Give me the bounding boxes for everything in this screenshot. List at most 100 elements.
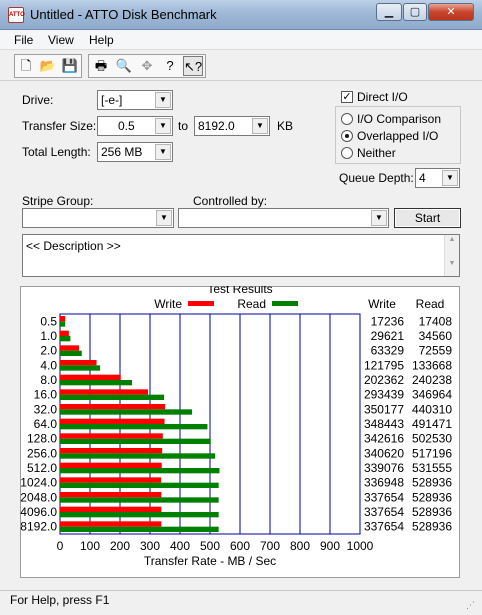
write-bar xyxy=(60,345,79,351)
description-text: << Description >> xyxy=(26,239,121,253)
queue-depth-value: 4 xyxy=(419,171,426,185)
x-tick-label: 600 xyxy=(230,539,250,553)
overlapped-io-label[interactable]: Overlapped I/O xyxy=(357,129,438,143)
chevron-down-icon[interactable]: ▼ xyxy=(155,144,171,160)
chevron-down-icon[interactable]: ▼ xyxy=(156,210,172,226)
y-tick-label: 8192.0 xyxy=(20,520,57,534)
drive-select[interactable]: [-e-] ▼ xyxy=(97,90,173,110)
write-bar xyxy=(60,404,166,410)
y-tick-label: 64.0 xyxy=(34,417,58,431)
read-value: 133668 xyxy=(412,358,452,372)
radio-overlapped-io[interactable] xyxy=(341,130,353,142)
y-tick-label: 2.0 xyxy=(40,344,57,358)
start-button[interactable]: Start xyxy=(394,208,461,228)
transfer-from-value: 0.5 xyxy=(118,119,135,133)
read-bar xyxy=(60,350,82,356)
x-tick-label: 0 xyxy=(57,539,64,553)
x-tick-label: 300 xyxy=(140,539,160,553)
read-bar xyxy=(60,424,208,430)
neither-label[interactable]: Neither xyxy=(357,146,396,160)
read-value: 17408 xyxy=(419,314,453,328)
stripe-group-select[interactable]: ▼ xyxy=(22,208,174,228)
description-box[interactable]: << Description >> xyxy=(22,234,460,277)
maximize-button[interactable]: ▢ xyxy=(403,3,427,21)
read-bar xyxy=(60,497,219,503)
read-value: 346964 xyxy=(412,388,452,402)
x-tick-label: 700 xyxy=(260,539,280,553)
read-bar xyxy=(60,482,219,488)
read-value: 528936 xyxy=(412,476,452,490)
y-tick-label: 4.0 xyxy=(40,358,57,372)
x-tick-label: 400 xyxy=(170,539,190,553)
radio-neither[interactable] xyxy=(341,147,353,159)
chevron-down-icon[interactable]: ▼ xyxy=(155,92,171,108)
queue-depth-label: Queue Depth: xyxy=(339,171,414,185)
direct-io-label[interactable]: Direct I/O xyxy=(357,90,408,104)
y-tick-label: 128.0 xyxy=(27,432,57,446)
open-icon[interactable]: 📂 xyxy=(38,56,58,76)
read-value: 240238 xyxy=(412,373,452,387)
menu-help[interactable]: Help xyxy=(89,33,114,47)
context-help-icon[interactable]: ↖? xyxy=(183,56,203,76)
print-preview-icon[interactable]: 🔍 xyxy=(114,56,134,76)
read-bar xyxy=(60,336,71,342)
kb-label: KB xyxy=(277,119,294,133)
to-label: to xyxy=(178,119,189,133)
legend-write-label: Write xyxy=(154,297,182,311)
write-bar xyxy=(60,462,162,468)
controlled-by-select[interactable]: ▼ xyxy=(178,208,389,228)
chevron-down-icon[interactable]: ▼ xyxy=(371,210,387,226)
app-icon[interactable]: ATTO xyxy=(8,7,25,23)
read-bar xyxy=(60,468,220,474)
read-bar xyxy=(60,380,133,386)
write-value: 29621 xyxy=(371,329,405,343)
save-icon[interactable]: 💾 xyxy=(60,56,80,76)
write-value: 63329 xyxy=(371,344,405,358)
queue-depth-select[interactable]: 4 ▼ xyxy=(415,168,460,188)
help-icon[interactable]: ? xyxy=(160,56,180,76)
radio-io-comparison[interactable] xyxy=(341,113,353,125)
x-tick-label: 900 xyxy=(320,539,340,553)
write-bar xyxy=(60,360,97,366)
scroll-up-icon[interactable]: ▲ xyxy=(445,235,459,245)
write-value: 293439 xyxy=(364,388,404,402)
write-bar xyxy=(60,477,162,483)
transfer-from-select[interactable]: 0.5 ▼ xyxy=(97,116,173,136)
minimize-button[interactable]: ▁ xyxy=(376,3,402,21)
total-length-label: Total Length: xyxy=(22,145,91,159)
new-icon[interactable]: 🗋 xyxy=(16,56,36,76)
write-bar xyxy=(60,492,162,498)
total-length-value: 256 MB xyxy=(101,145,143,159)
io-comparison-label[interactable]: I/O Comparison xyxy=(357,112,441,126)
legend-write-swatch xyxy=(188,301,214,306)
scroll-down-icon[interactable]: ▼ xyxy=(445,259,459,269)
y-tick-label: 16.0 xyxy=(34,388,58,402)
menu-view[interactable]: View xyxy=(48,33,74,47)
write-value: 348443 xyxy=(364,417,404,431)
transfer-size-label: Transfer Size: xyxy=(22,119,97,133)
menu-file[interactable]: File xyxy=(14,33,33,47)
write-value: 340620 xyxy=(364,446,404,460)
write-bar xyxy=(60,433,163,439)
transfer-to-select[interactable]: 8192.0 ▼ xyxy=(194,116,270,136)
description-scrollbar[interactable]: ▲ ▼ xyxy=(444,235,459,276)
resize-grip-icon[interactable]: ⋰ xyxy=(466,600,475,611)
write-bar xyxy=(60,521,162,527)
write-value: 17236 xyxy=(371,314,405,328)
chevron-down-icon[interactable]: ▼ xyxy=(442,170,458,186)
print-icon[interactable]: 🖶 xyxy=(91,56,111,76)
read-value: 517196 xyxy=(412,446,452,460)
total-length-select[interactable]: 256 MB ▼ xyxy=(97,142,173,162)
move-icon[interactable]: ✥ xyxy=(137,56,157,76)
write-value: 342616 xyxy=(364,432,404,446)
read-value: 528936 xyxy=(412,490,452,504)
drive-label: Drive: xyxy=(22,93,54,107)
chevron-down-icon[interactable]: ▼ xyxy=(252,118,268,134)
direct-io-checkbox[interactable]: ✓ xyxy=(341,91,353,103)
close-button[interactable]: ✕ xyxy=(428,3,474,21)
chevron-down-icon[interactable]: ▼ xyxy=(155,118,171,134)
stripe-group-label: Stripe Group: xyxy=(22,194,94,208)
legend-read-label: Read xyxy=(237,297,266,311)
read-value: 72559 xyxy=(419,344,453,358)
read-value: 440310 xyxy=(412,402,452,416)
